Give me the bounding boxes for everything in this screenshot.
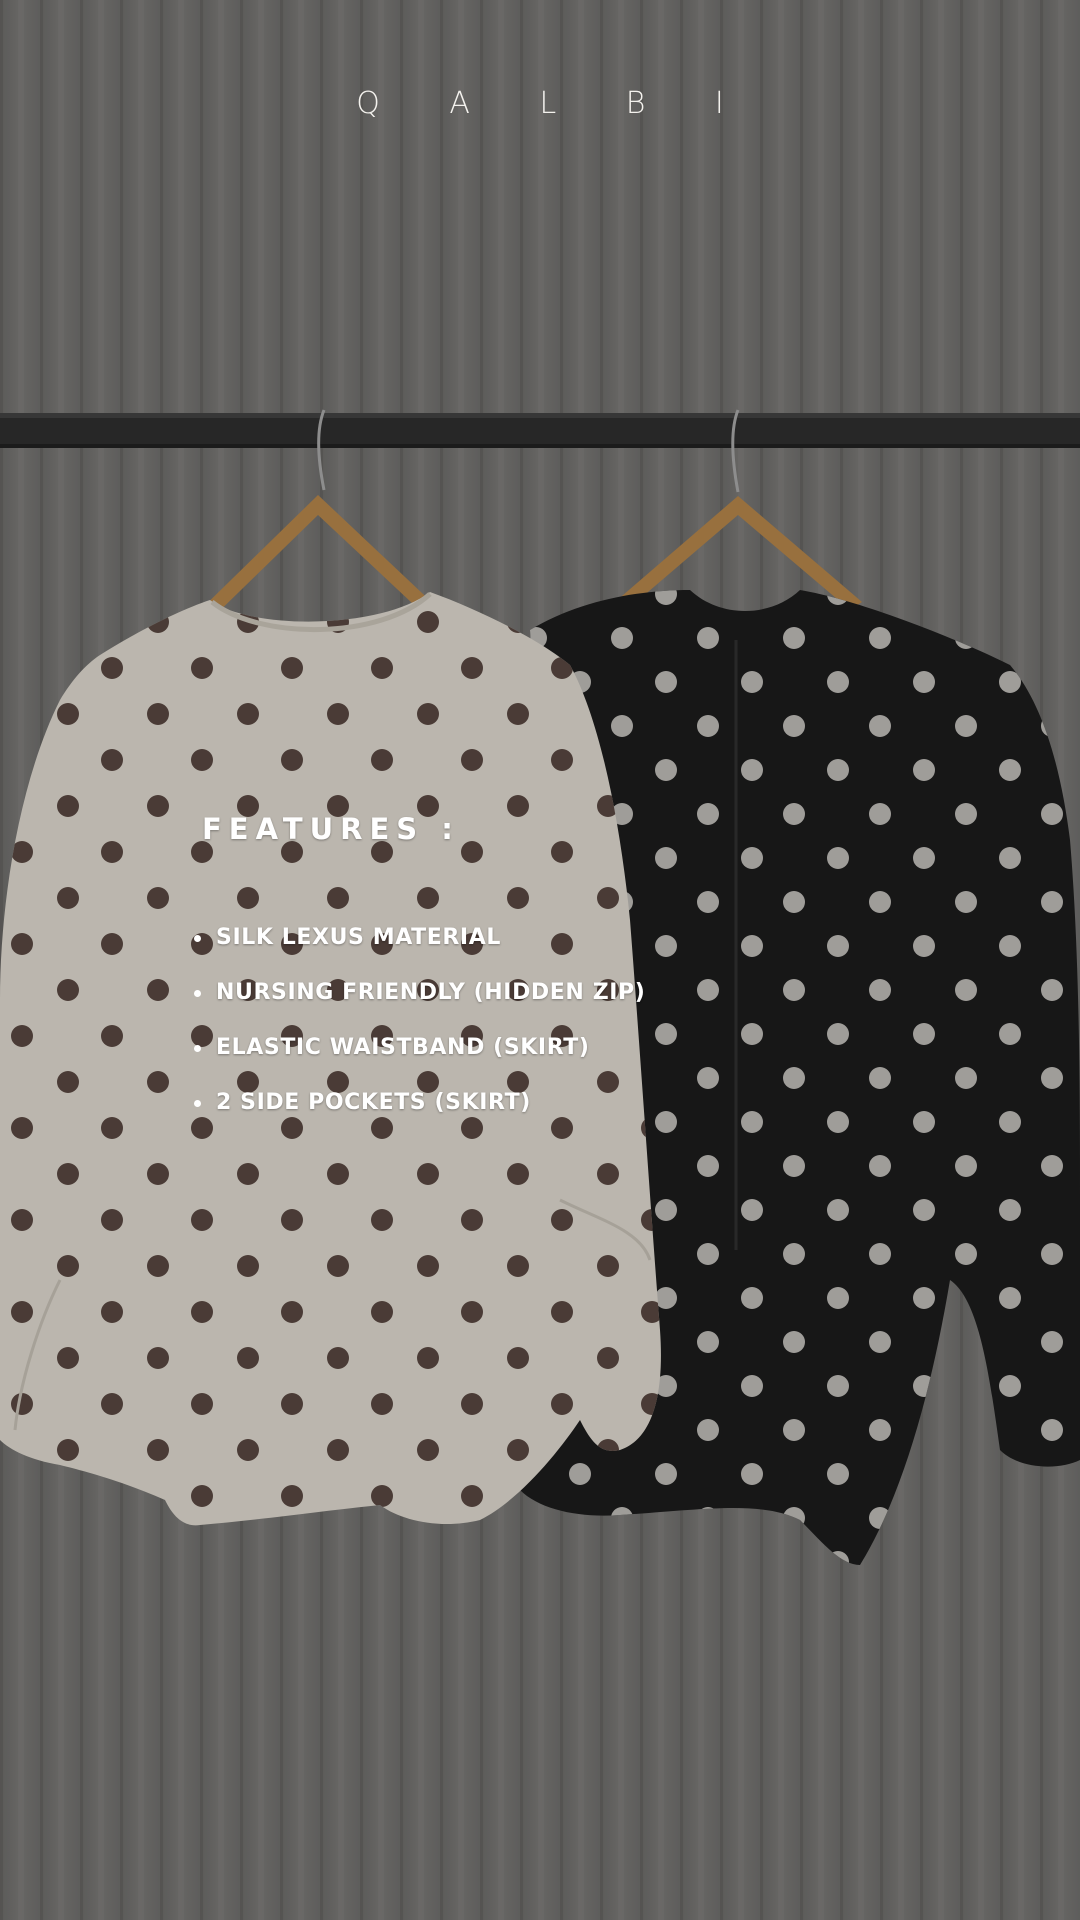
- feature-item: 2 SIDE POCKETS (SKIRT): [194, 1085, 645, 1140]
- features-heading: FEATURES :: [202, 812, 460, 846]
- feature-text: ELASTIC WAISTBAND (SKIRT): [216, 1035, 590, 1060]
- clothes-rail: [0, 413, 1080, 448]
- feature-item: NURSING FRIENDLY (HIDDEN ZIP): [194, 975, 645, 1030]
- features-list: SILK LEXUS MATERIAL NURSING FRIENDLY (HI…: [194, 920, 645, 1140]
- bullet-icon: [194, 1100, 201, 1107]
- feature-text: NURSING FRIENDLY (HIDDEN ZIP): [216, 980, 646, 1005]
- bullet-icon: [194, 935, 201, 942]
- feature-text: 2 SIDE POCKETS (SKIRT): [216, 1090, 531, 1115]
- feature-text: SILK LEXUS MATERIAL: [216, 925, 501, 950]
- bullet-icon: [194, 990, 201, 997]
- feature-item: ELASTIC WAISTBAND (SKIRT): [194, 1030, 645, 1085]
- bullet-icon: [194, 1045, 201, 1052]
- feature-item: SILK LEXUS MATERIAL: [194, 920, 645, 975]
- brand-logo: Q A L B I: [356, 86, 754, 121]
